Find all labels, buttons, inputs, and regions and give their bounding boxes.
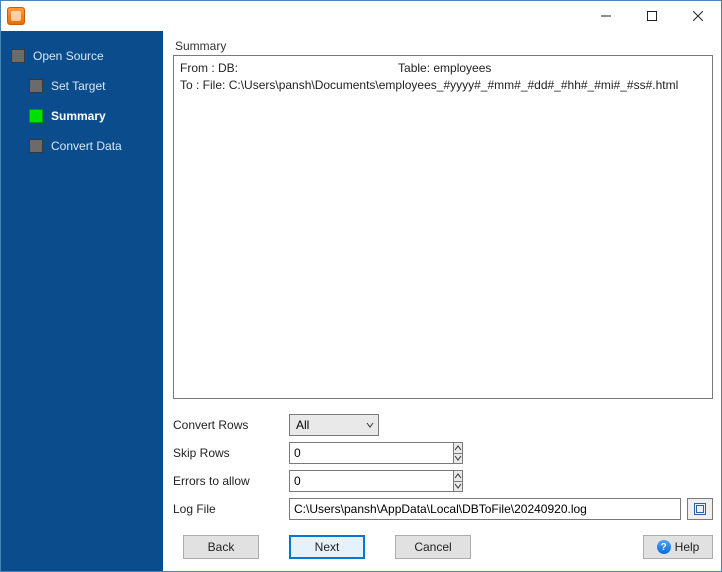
maximize-button[interactable] bbox=[629, 1, 675, 31]
next-button-label: Next bbox=[315, 540, 340, 554]
summary-to-path: C:\Users\pansh\Documents\employees_#yyyy… bbox=[229, 78, 679, 92]
sidebar-item-label: Summary bbox=[51, 109, 106, 123]
log-file-browse-button[interactable] bbox=[687, 498, 713, 520]
convert-rows-select[interactable]: All bbox=[289, 414, 379, 436]
step-icon bbox=[29, 139, 43, 153]
errors-allow-spinner bbox=[289, 470, 365, 492]
summary-to-prefix: To : File: bbox=[180, 78, 229, 92]
log-file-label: Log File bbox=[173, 502, 289, 516]
titlebar-left bbox=[1, 7, 25, 25]
next-button[interactable]: Next bbox=[289, 535, 365, 559]
back-button[interactable]: Back bbox=[183, 535, 259, 559]
browse-icon bbox=[693, 502, 707, 516]
app-icon bbox=[7, 7, 25, 25]
wizard-button-bar: Back Next Cancel ? Help bbox=[173, 523, 713, 563]
skip-rows-spinner bbox=[289, 442, 365, 464]
section-title: Summary bbox=[173, 39, 713, 53]
summary-table-prefix: Table: bbox=[398, 61, 433, 75]
log-file-input[interactable] bbox=[289, 498, 681, 520]
sidebar-item-open-source[interactable]: Open Source bbox=[1, 41, 163, 71]
help-button-label: Help bbox=[675, 540, 700, 554]
sidebar-item-label: Convert Data bbox=[51, 139, 122, 153]
main-panel: Summary From : DB: Table: employees To : … bbox=[163, 31, 721, 571]
summary-from-line: From : DB: Table: employees bbox=[180, 60, 706, 77]
summary-from-prefix: From : DB: bbox=[180, 61, 238, 75]
errors-allow-input[interactable] bbox=[289, 470, 453, 492]
help-button[interactable]: ? Help bbox=[643, 535, 713, 559]
convert-rows-label: Convert Rows bbox=[173, 418, 289, 432]
skip-rows-label: Skip Rows bbox=[173, 446, 289, 460]
cancel-button[interactable]: Cancel bbox=[395, 535, 471, 559]
row-errors-allow: Errors to allow bbox=[173, 467, 713, 495]
errors-allow-spin-buttons bbox=[453, 470, 463, 492]
help-icon: ? bbox=[657, 540, 671, 554]
step-icon bbox=[11, 49, 25, 63]
app-window: Open Source Set Target Summary Convert D… bbox=[0, 0, 722, 572]
content-area: Open Source Set Target Summary Convert D… bbox=[1, 31, 721, 571]
step-icon bbox=[29, 79, 43, 93]
wizard-sidebar: Open Source Set Target Summary Convert D… bbox=[1, 31, 163, 571]
minimize-button[interactable] bbox=[583, 1, 629, 31]
spin-down-button[interactable] bbox=[454, 453, 462, 464]
window-controls bbox=[583, 1, 721, 31]
sidebar-item-label: Open Source bbox=[33, 49, 104, 63]
sidebar-item-set-target[interactable]: Set Target bbox=[1, 71, 163, 101]
summary-textbox[interactable]: From : DB: Table: employees To : File: C:… bbox=[173, 55, 713, 399]
convert-rows-value: All bbox=[296, 418, 309, 432]
sidebar-item-convert-data[interactable]: Convert Data bbox=[1, 131, 163, 161]
spin-up-button[interactable] bbox=[454, 443, 462, 453]
cancel-button-label: Cancel bbox=[414, 540, 451, 554]
step-icon-active bbox=[29, 109, 43, 123]
errors-allow-label: Errors to allow bbox=[173, 474, 289, 488]
row-skip-rows: Skip Rows bbox=[173, 439, 713, 467]
summary-table-name: employees bbox=[433, 61, 491, 75]
row-log-file: Log File bbox=[173, 495, 713, 523]
titlebar bbox=[1, 1, 721, 31]
close-button[interactable] bbox=[675, 1, 721, 31]
row-convert-rows: Convert Rows All bbox=[173, 411, 713, 439]
skip-rows-input[interactable] bbox=[289, 442, 453, 464]
summary-to-line: To : File: C:\Users\pansh\Documents\empl… bbox=[180, 77, 706, 94]
spin-down-button[interactable] bbox=[454, 481, 462, 492]
skip-rows-spin-buttons bbox=[453, 442, 463, 464]
back-button-label: Back bbox=[208, 540, 235, 554]
options-form: Convert Rows All Skip Rows bbox=[173, 411, 713, 523]
sidebar-item-label: Set Target bbox=[51, 79, 105, 93]
chevron-down-icon bbox=[366, 421, 374, 429]
sidebar-item-summary[interactable]: Summary bbox=[1, 101, 163, 131]
spin-up-button[interactable] bbox=[454, 471, 462, 481]
